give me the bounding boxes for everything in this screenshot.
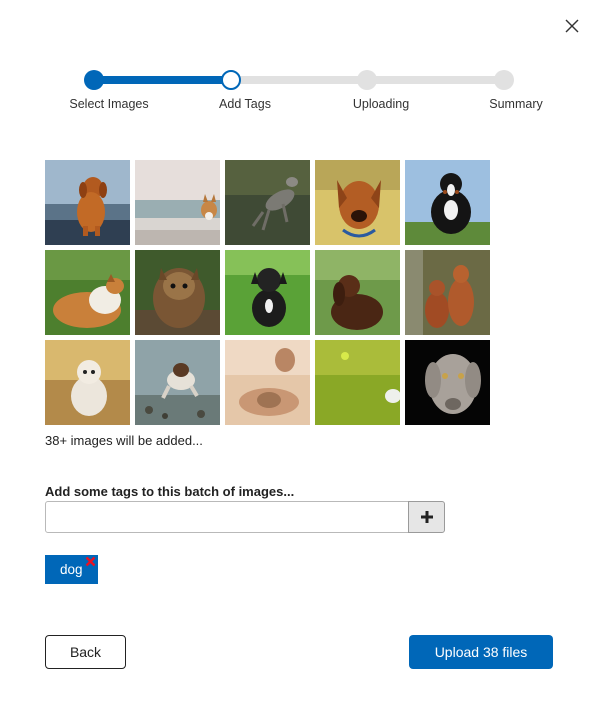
image-preview-grid — [45, 160, 490, 425]
image-thumbnail — [225, 340, 310, 425]
image-thumbnail — [135, 160, 220, 245]
dog-photo-icon — [315, 250, 400, 335]
image-thumbnail — [225, 160, 310, 245]
dog-photo-icon — [405, 340, 490, 425]
dog-photo-icon — [315, 340, 400, 425]
step-label-summary: Summary — [489, 97, 543, 111]
tag-input[interactable] — [45, 501, 409, 533]
dog-photo-icon — [315, 160, 400, 245]
dog-photo-icon — [45, 160, 130, 245]
image-thumbnail — [315, 250, 400, 335]
progress-stepper: Select Images Add Tags Uploading Summary — [0, 60, 598, 120]
dog-photo-icon — [225, 340, 310, 425]
dog-photo-icon — [135, 160, 220, 245]
tag-chip-dog: dog — [45, 555, 98, 584]
step-label-select-images: Select Images — [69, 97, 149, 111]
dog-photo-icon — [45, 340, 130, 425]
image-thumbnail — [315, 160, 400, 245]
close-icon — [565, 19, 579, 33]
add-tag-button[interactable] — [408, 501, 445, 533]
step-dot-uploading — [357, 70, 377, 90]
image-thumbnail — [405, 340, 490, 425]
remove-x-icon[interactable] — [85, 556, 96, 567]
upload-button[interactable]: Upload 38 files — [409, 635, 553, 669]
dog-photo-icon — [135, 250, 220, 335]
step-label-uploading: Uploading — [352, 97, 410, 111]
step-label-add-tags: Add Tags — [219, 97, 271, 111]
image-thumbnail — [45, 250, 130, 335]
image-thumbnail — [405, 250, 490, 335]
dog-photo-icon — [225, 160, 310, 245]
dog-photo-icon — [405, 250, 490, 335]
image-thumbnail — [225, 250, 310, 335]
image-thumbnail — [315, 340, 400, 425]
dog-photo-icon — [225, 250, 310, 335]
dog-photo-icon — [135, 340, 220, 425]
stepper-progress-fill — [94, 76, 231, 84]
image-thumbnail — [45, 340, 130, 425]
step-dot-summary — [494, 70, 514, 90]
image-thumbnail — [405, 160, 490, 245]
plus-icon — [420, 511, 433, 523]
image-thumbnail — [135, 250, 220, 335]
close-button[interactable] — [561, 15, 583, 37]
tag-chip-label: dog — [60, 562, 83, 577]
back-button[interactable]: Back — [45, 635, 126, 669]
dog-photo-icon — [405, 160, 490, 245]
step-dot-add-tags — [221, 70, 241, 90]
image-count-text: 38+ images will be added... — [45, 433, 203, 448]
image-thumbnail — [135, 340, 220, 425]
step-dot-select-images — [84, 70, 104, 90]
image-thumbnail — [45, 160, 130, 245]
tags-label: Add some tags to this batch of images... — [45, 484, 295, 499]
dog-photo-icon — [45, 250, 130, 335]
